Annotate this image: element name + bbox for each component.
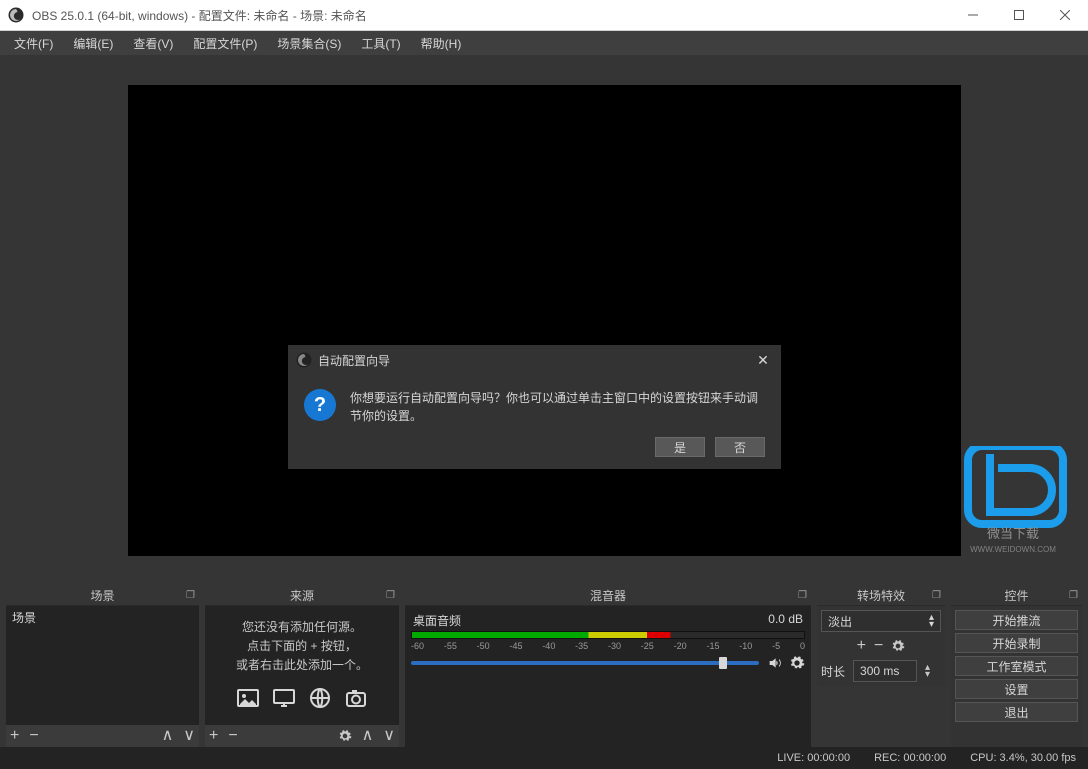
scenes-add-button[interactable]: + (10, 728, 19, 744)
status-live: LIVE: 00:00:00 (777, 752, 850, 764)
studio-mode-button[interactable]: 工作室模式 (955, 656, 1078, 676)
docks-row: 场景 ❐ 场景 + − ∧ ∨ 来源 ❐ 您还没有添加任何源。 点击下面的 + 按钮… (0, 586, 1088, 747)
svg-text:微当下载: 微当下载 (987, 526, 1039, 541)
menu-profile[interactable]: 配置文件(P) (183, 32, 267, 55)
display-icon (271, 686, 297, 710)
sources-add-button[interactable]: + (209, 728, 218, 744)
scene-item[interactable]: 场景 (6, 606, 199, 629)
svg-text:WWW.WEIDOWN.COM: WWW.WEIDOWN.COM (970, 545, 1056, 554)
transition-gear-icon[interactable] (891, 639, 905, 653)
sources-title: 来源 (290, 587, 314, 604)
dialog-message: 你想要运行自动配置向导吗？你也可以通过单击主窗口中的设置按钮来手动调节你的设置。 (350, 389, 765, 425)
image-icon (235, 686, 261, 710)
scenes-popout-icon[interactable]: ❐ (186, 590, 195, 601)
mixer-popout-icon[interactable]: ❐ (798, 590, 807, 601)
menu-help[interactable]: 帮助(H) (411, 32, 472, 55)
preview-canvas[interactable] (128, 85, 961, 556)
menu-view[interactable]: 查看(V) (123, 32, 183, 55)
exit-button[interactable]: 退出 (955, 702, 1078, 722)
sources-type-icons (205, 686, 399, 710)
app-icon (8, 7, 24, 23)
dialog-title: 自动配置向导 (318, 352, 747, 369)
chevron-up-down-icon[interactable]: ▴▾ (925, 664, 930, 678)
scenes-remove-button[interactable]: − (29, 728, 38, 744)
duration-label: 时长 (821, 663, 845, 680)
duration-spinbox[interactable]: 300 ms (853, 660, 917, 682)
app-window: 文件(F) 编辑(E) 查看(V) 配置文件(P) 场景集合(S) 工具(T) … (0, 31, 1088, 769)
status-cpu: CPU: 3.4%, 30.00 fps (970, 752, 1076, 764)
controls-dock: 控件 ❐ 开始推流 开始录制 工作室模式 设置 退出 (951, 586, 1082, 747)
sources-remove-button[interactable]: − (228, 728, 237, 744)
start-stream-button[interactable]: 开始推流 (955, 610, 1078, 630)
menubar: 文件(F) 编辑(E) 查看(V) 配置文件(P) 场景集合(S) 工具(T) … (0, 31, 1088, 55)
question-icon: ? (304, 389, 336, 421)
close-button[interactable] (1042, 0, 1088, 31)
mixer-volume-slider[interactable] (411, 661, 759, 665)
scenes-down-button[interactable]: ∨ (183, 728, 195, 744)
speaker-icon[interactable] (767, 655, 783, 671)
controls-popout-icon[interactable]: ❐ (1069, 590, 1078, 601)
transitions-popout-icon[interactable]: ❐ (932, 590, 941, 601)
mixer-channel-level: 0.0 dB (768, 612, 803, 629)
mixer-title: 混音器 (590, 587, 626, 604)
menu-edit[interactable]: 编辑(E) (63, 32, 123, 55)
mixer-dock: 混音器 ❐ 桌面音频 0.0 dB -60-55-50-45-40-35-30-2… (405, 586, 811, 747)
preview-container: 自动配置向导 ✕ ? 你想要运行自动配置向导吗？你也可以通过单击主窗口中的设置按… (0, 55, 1088, 586)
sources-list[interactable]: 您还没有添加任何源。 点击下面的 + 按钮， 或者右击此处添加一个。 (205, 606, 399, 725)
dialog-titlebar[interactable]: 自动配置向导 ✕ (288, 345, 781, 375)
chevron-up-down-icon: ▴▾ (929, 614, 934, 628)
menu-scene-collection[interactable]: 场景集合(S) (267, 32, 351, 55)
scenes-title: 场景 (90, 587, 114, 604)
sources-down-button[interactable]: ∨ (383, 728, 395, 744)
minimize-button[interactable] (950, 0, 996, 31)
transitions-title: 转场特效 (857, 587, 905, 604)
transitions-dock: 转场特效 ❐ 淡出 ▴▾ + − 时长 300 ms ▴▾ (817, 586, 945, 747)
menu-tools[interactable]: 工具(T) (351, 32, 410, 55)
window-title: OBS 25.0.1 (64-bit, windows) - 配置文件: 未命名… (32, 7, 950, 24)
mixer-gear-icon[interactable] (789, 655, 805, 671)
auto-config-dialog: 自动配置向导 ✕ ? 你想要运行自动配置向导吗？你也可以通过单击主窗口中的设置按… (288, 345, 781, 469)
watermark: 微当下载 WWW.WEIDOWN.COM (948, 446, 1078, 556)
scenes-up-button[interactable]: ∧ (162, 728, 174, 744)
sources-toolbar: + − ∧ ∨ (205, 725, 399, 747)
titlebar: OBS 25.0.1 (64-bit, windows) - 配置文件: 未命名… (0, 0, 1088, 31)
menu-file[interactable]: 文件(F) (4, 32, 63, 55)
sources-gear-icon[interactable] (338, 729, 352, 743)
obs-icon (296, 352, 312, 368)
transition-remove-button[interactable]: − (874, 638, 883, 654)
dialog-close-button[interactable]: ✕ (753, 352, 773, 369)
mixer-channel: 桌面音频 0.0 dB -60-55-50-45-40-35-30-25-20-… (405, 606, 811, 671)
mixer-meter (411, 631, 805, 639)
mixer-ticks: -60-55-50-45-40-35-30-25-20-15-10-50 (411, 641, 805, 651)
sources-popout-icon[interactable]: ❐ (386, 590, 395, 601)
mixer-channel-name: 桌面音频 (413, 612, 461, 629)
globe-icon (307, 686, 333, 710)
sources-up-button[interactable]: ∧ (362, 728, 374, 744)
controls-title: 控件 (1004, 587, 1028, 604)
status-rec: REC: 00:00:00 (874, 752, 946, 764)
scenes-toolbar: + − ∧ ∨ (6, 725, 199, 747)
sources-empty-hint: 您还没有添加任何源。 点击下面的 + 按钮， 或者右击此处添加一个。 (205, 606, 399, 680)
camera-icon (343, 686, 369, 710)
scenes-dock: 场景 ❐ 场景 + − ∧ ∨ (6, 586, 199, 747)
sources-dock: 来源 ❐ 您还没有添加任何源。 点击下面的 + 按钮， 或者右击此处添加一个。 +… (205, 586, 399, 747)
transition-add-button[interactable]: + (857, 638, 866, 654)
start-record-button[interactable]: 开始录制 (955, 633, 1078, 653)
maximize-button[interactable] (996, 0, 1042, 31)
dialog-yes-button[interactable]: 是 (655, 437, 705, 457)
settings-button[interactable]: 设置 (955, 679, 1078, 699)
transition-select[interactable]: 淡出 ▴▾ (821, 610, 941, 632)
status-bar: LIVE: 00:00:00 REC: 00:00:00 CPU: 3.4%, … (0, 747, 1088, 769)
dialog-no-button[interactable]: 否 (715, 437, 765, 457)
